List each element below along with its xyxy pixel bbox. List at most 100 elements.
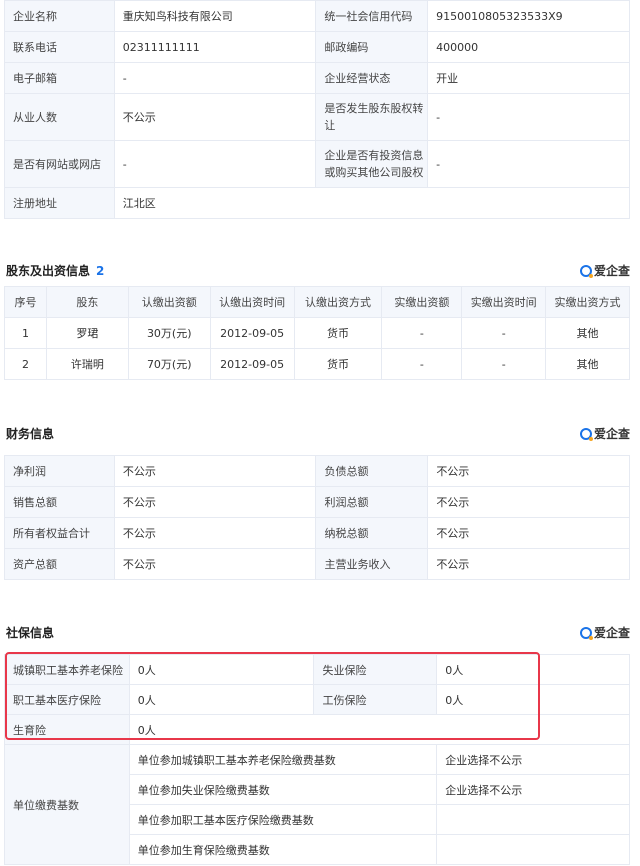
investment-value: -: [427, 140, 630, 188]
website-label: 是否有网站或网店: [4, 140, 115, 188]
col-header: 认缴出资额: [127, 286, 211, 318]
status-value: 开业: [427, 62, 630, 94]
total-liabilities-label: 负债总额: [315, 455, 429, 487]
employees-value: 不公示: [113, 93, 317, 141]
unemployment-insurance-value: 0人: [436, 654, 630, 685]
table-row: 资产总额 不公示 主营业务收入 不公示: [4, 548, 630, 580]
table-row: 职工基本医疗保险 0人 工伤保险 0人: [4, 684, 630, 715]
website-value: -: [113, 140, 317, 188]
aiqicha-logo[interactable]: 爱企查: [579, 262, 630, 279]
address-value: 江北区: [113, 187, 631, 219]
medical-insurance-value: 0人: [128, 684, 315, 715]
aiqicha-logo-icon: [579, 264, 593, 278]
table-row: 企业名称 重庆知鸟科技有限公司 统一社会信用代码 915001080532353…: [4, 0, 630, 32]
table-row: 单位缴费基数 单位参加城镇职工基本养老保险缴费基数 企业选择不公示: [4, 744, 630, 865]
table-row: 净利润 不公示 负债总额 不公示: [4, 455, 630, 487]
cell-paid-date: -: [461, 348, 547, 380]
net-profit-value: 不公示: [113, 455, 317, 487]
base-item-maternity: 单位参加生育保险缴费基数: [128, 834, 438, 865]
main-revenue-label: 主营业务收入: [315, 548, 429, 580]
pension-insurance-label: 城镇职工基本养老保险: [4, 654, 130, 685]
base-value-maternity: [436, 834, 630, 865]
status-label: 企业经营状态: [315, 62, 429, 94]
cell-paid-amount: -: [381, 348, 463, 380]
col-header: 认缴出资时间: [209, 286, 295, 318]
base-item-unemployment: 单位参加失业保险缴费基数: [128, 774, 438, 805]
cell-paid-date: -: [461, 317, 547, 349]
contribution-base-label: 单位缴费基数: [4, 744, 130, 865]
aiqicha-logo-text: 爱企查: [593, 427, 630, 441]
equity-transfer-value: -: [427, 93, 630, 141]
aiqicha-logo[interactable]: 爱企查: [579, 425, 630, 442]
shareholders-title-text: 股东及出资信息: [6, 264, 91, 278]
phone-label: 联系电话: [4, 31, 115, 63]
total-sales-label: 销售总额: [4, 486, 115, 518]
main-revenue-value: 不公示: [427, 548, 630, 580]
maternity-insurance-value: 0人: [128, 714, 631, 745]
shareholders-title: 股东及出资信息 2: [6, 262, 104, 279]
phone-value: 02311111111: [113, 31, 317, 63]
cell-subscribed-amount: 70万(元): [127, 348, 211, 380]
equity-value: 不公示: [113, 517, 317, 549]
address-label: 注册地址: [4, 187, 115, 219]
col-header: 股东: [45, 286, 129, 318]
aiqicha-logo-text: 爱企查: [593, 626, 630, 640]
table-row: 联系电话 02311111111 邮政编码 400000: [4, 31, 630, 63]
total-profit-label: 利润总额: [315, 486, 429, 518]
shareholders-count[interactable]: 2: [96, 264, 104, 278]
shareholders-table: 序号 股东 认缴出资额 认缴出资时间 认缴出资方式 实缴出资额 实缴出资时间 实…: [4, 286, 630, 380]
aiqicha-logo-text: 爱企查: [593, 264, 630, 278]
total-sales-value: 不公示: [113, 486, 317, 518]
cell-shareholder[interactable]: 许瑞明: [45, 348, 129, 380]
net-profit-label: 净利润: [4, 455, 115, 487]
finance-title: 财务信息: [6, 427, 55, 441]
col-header: 认缴出资方式: [293, 286, 383, 318]
total-assets-label: 资产总额: [4, 548, 115, 580]
cell-subscribed-date: 2012-09-05: [209, 317, 295, 349]
social-title: 社保信息: [6, 626, 55, 640]
equity-label: 所有者权益合计: [4, 517, 115, 549]
pension-insurance-value: 0人: [128, 654, 315, 685]
cell-subscribed-method: 货币: [293, 317, 383, 349]
employees-label: 从业人数: [4, 93, 115, 141]
aiqicha-logo-icon: [579, 427, 593, 441]
injury-insurance-label: 工伤保险: [313, 684, 438, 715]
email-value: -: [113, 62, 317, 94]
company-name-value: 重庆知鸟科技有限公司: [113, 0, 317, 32]
base-item-medical: 单位参加职工基本医疗保险缴费基数: [128, 804, 438, 835]
finance-table: 净利润 不公示 负债总额 不公示 销售总额 不公示 利润总额 不公示 所有者权益…: [4, 455, 630, 580]
table-row: 2 许瑞明 70万(元) 2012-09-05 货币 - - 其他: [4, 348, 630, 380]
cell-subscribed-date: 2012-09-05: [209, 348, 295, 380]
table-row: 注册地址 江北区: [4, 187, 631, 219]
table-row: 生育险 0人: [4, 714, 631, 745]
cell-subscribed-amount: 30万(元): [127, 317, 211, 349]
col-header: 序号: [4, 286, 47, 318]
total-liabilities-value: 不公示: [427, 455, 630, 487]
basic-info-table: 企业名称 重庆知鸟科技有限公司 统一社会信用代码 915001080532353…: [4, 0, 631, 219]
cell-shareholder[interactable]: 罗珺: [45, 317, 129, 349]
table-header-row: 序号 股东 认缴出资额 认缴出资时间 认缴出资方式 实缴出资额 实缴出资时间 实…: [4, 286, 630, 318]
base-value-pension: 企业选择不公示: [436, 744, 630, 775]
injury-insurance-value: 0人: [436, 684, 630, 715]
total-tax-value: 不公示: [427, 517, 630, 549]
cell-index: 1: [4, 317, 47, 349]
maternity-insurance-label: 生育险: [4, 714, 130, 745]
table-row: 销售总额 不公示 利润总额 不公示: [4, 486, 630, 518]
base-value-unemployment: 企业选择不公示: [436, 774, 630, 805]
aiqicha-logo-icon: [579, 626, 593, 640]
table-row: 所有者权益合计 不公示 纳税总额 不公示: [4, 517, 630, 549]
postcode-value: 400000: [427, 31, 630, 63]
aiqicha-logo[interactable]: 爱企查: [579, 624, 630, 641]
base-value-medical: [436, 804, 630, 835]
total-assets-value: 不公示: [113, 548, 317, 580]
col-header: 实缴出资方式: [545, 286, 630, 318]
cell-index: 2: [4, 348, 47, 380]
table-row: 是否有网站或网店 - 企业是否有投资信息或购买其他公司股权 -: [4, 140, 630, 188]
postcode-label: 邮政编码: [315, 31, 429, 63]
cell-paid-method: 其他: [545, 317, 630, 349]
cell-paid-method: 其他: [545, 348, 630, 380]
table-row: 1 罗珺 30万(元) 2012-09-05 货币 - - 其他: [4, 317, 630, 349]
col-header: 实缴出资时间: [461, 286, 547, 318]
social-insurance-table: 城镇职工基本养老保险 0人 失业保险 0人 职工基本医疗保险 0人 工伤保险 0…: [4, 654, 631, 865]
table-row: 从业人数 不公示 是否发生股东股权转让 -: [4, 93, 630, 141]
